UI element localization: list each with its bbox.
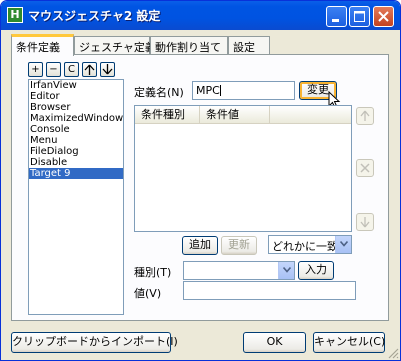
delete-icon: [360, 163, 370, 173]
ok-button[interactable]: OK: [243, 332, 306, 353]
close-icon: [378, 11, 389, 22]
tab-actions[interactable]: 動作割り当て: [150, 36, 228, 55]
list-item[interactable]: Console: [29, 124, 123, 135]
change-button-label: 変更: [307, 83, 329, 96]
chevron-down-icon: [340, 241, 348, 247]
tab-conditions[interactable]: 条件定義: [11, 34, 74, 56]
copy-target-button[interactable]: C: [64, 62, 79, 77]
condition-delete-button[interactable]: [356, 159, 374, 177]
list-item[interactable]: Browser: [29, 102, 123, 113]
conditions-header: 条件種別 条件値: [135, 106, 351, 124]
ok-button-label: OK: [266, 335, 283, 348]
tab-conditions-label: 条件定義: [16, 41, 60, 54]
column-condition-type[interactable]: 条件種別: [135, 106, 200, 124]
target-listbox[interactable]: IrfanView Editor Browser MaximizedWindow Con…: [28, 79, 124, 315]
conditions-panel: + − C IrfanView Editor Browser MaximizedWin…: [11, 54, 389, 321]
input-button[interactable]: 入力: [298, 261, 334, 280]
definition-name-value: MPC: [196, 84, 220, 97]
import-from-clipboard-button[interactable]: クリップボードからインポート(I): [11, 332, 178, 353]
arrow-down-icon: [360, 217, 370, 228]
list-item[interactable]: FileDialog: [29, 146, 123, 157]
tab-settings[interactable]: 設定: [228, 36, 270, 55]
tab-gestures-label: ジェスチャ定義: [79, 41, 156, 54]
arrow-down-icon: [102, 64, 113, 75]
minimize-button[interactable]: [326, 6, 347, 27]
settings-window: H マウスジェスチャ2 設定 条件定義 ジェスチャ定義 動作割り当て 設定 + …: [0, 0, 401, 361]
type-label: 種別(T): [134, 266, 172, 279]
match-mode-dropdown-arrow[interactable]: [335, 236, 351, 253]
add-target-button[interactable]: +: [28, 62, 43, 77]
chevron-down-icon: [283, 267, 291, 273]
type-select[interactable]: [183, 261, 295, 280]
resize-grip-icon[interactable]: [387, 347, 399, 359]
definition-name-label: 定義名(N): [134, 86, 184, 99]
definition-name-input[interactable]: MPC: [192, 81, 295, 100]
list-item[interactable]: Disable: [29, 157, 123, 168]
cancel-button[interactable]: キャンセル(C): [313, 332, 385, 353]
arrow-up-icon: [360, 110, 370, 121]
maximize-icon: [354, 11, 365, 22]
value-input[interactable]: [183, 281, 356, 300]
window-title: マウスジェスチャ2 設定: [28, 9, 161, 23]
list-item[interactable]: Editor: [29, 91, 123, 102]
import-button-label: クリップボードからインポート(I): [12, 335, 178, 348]
match-mode-select[interactable]: どれかに一致: [268, 235, 352, 254]
tab-gestures[interactable]: ジェスチャ定義: [74, 36, 156, 55]
list-item[interactable]: IrfanView: [29, 80, 123, 91]
list-item[interactable]: Target 9: [29, 168, 123, 179]
move-up-button[interactable]: [82, 62, 97, 77]
list-item[interactable]: MaximizedWindow: [29, 113, 123, 124]
cancel-button-label: キャンセル(C): [314, 335, 386, 348]
add-condition-label: 追加: [189, 238, 211, 251]
condition-up-button[interactable]: [356, 107, 374, 125]
value-label: 値(V): [134, 287, 162, 300]
move-down-button[interactable]: [100, 62, 115, 77]
column-condition-value[interactable]: 条件値: [200, 106, 270, 124]
update-condition-button[interactable]: 更新: [221, 236, 257, 255]
add-condition-button[interactable]: 追加: [182, 236, 218, 255]
condition-down-button[interactable]: [356, 213, 374, 231]
tab-settings-label: 設定: [233, 41, 255, 54]
match-mode-value: どれかに一致: [272, 240, 338, 253]
maximize-button[interactable]: [349, 6, 370, 27]
tab-actions-label: 動作割り当て: [155, 41, 221, 54]
remove-target-button[interactable]: −: [46, 62, 61, 77]
app-icon: H: [7, 7, 23, 23]
list-item[interactable]: Menu: [29, 135, 123, 146]
minimize-icon: [332, 19, 339, 22]
close-button[interactable]: [373, 6, 394, 27]
title-bar[interactable]: H マウスジェスチャ2 設定: [1, 1, 400, 30]
input-button-label: 入力: [305, 263, 327, 276]
arrow-up-icon: [84, 64, 95, 75]
update-condition-label: 更新: [228, 238, 250, 251]
type-dropdown-arrow[interactable]: [278, 262, 294, 279]
conditions-listview[interactable]: 条件種別 条件値: [134, 105, 352, 232]
